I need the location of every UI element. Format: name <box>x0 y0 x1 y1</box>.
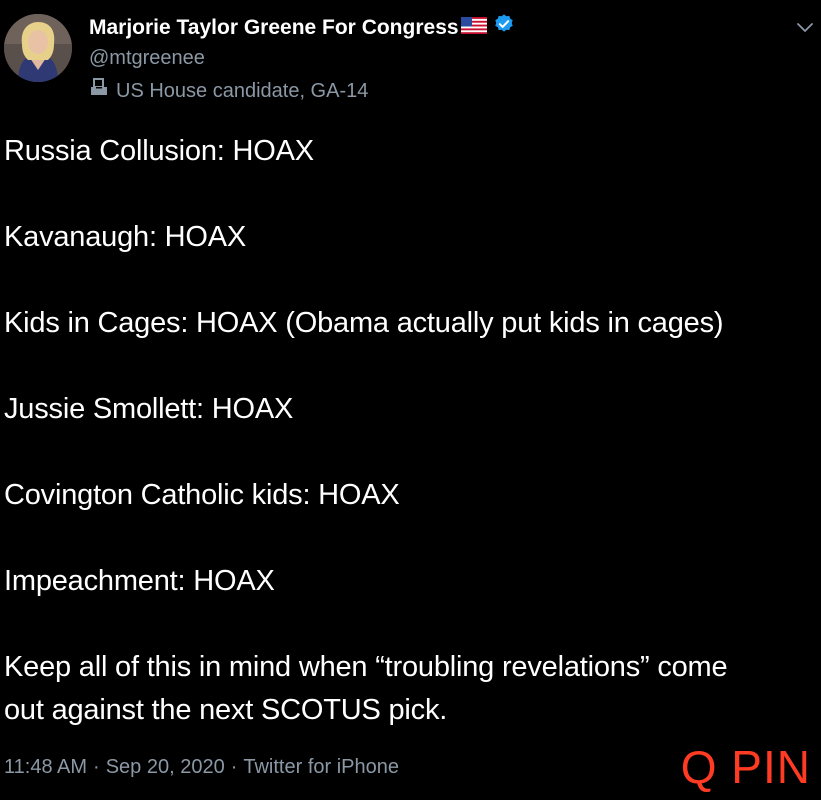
chevron-down-icon[interactable] <box>794 16 816 38</box>
meta-separator: · <box>93 756 100 778</box>
tweet-source[interactable]: Twitter for iPhone <box>243 756 399 778</box>
tweet-line: Jussie Smollett: HOAX <box>4 393 294 425</box>
tweet-time[interactable]: 11:48 AM <box>4 756 87 778</box>
us-flag-icon <box>460 14 487 42</box>
candidate-label-text: US House candidate, GA-14 <box>116 79 369 102</box>
tweet-date[interactable]: Sep 20, 2020 <box>106 756 225 778</box>
author-name-row[interactable]: Marjorie Taylor Greene For Congress <box>89 13 515 43</box>
avatar[interactable] <box>4 14 72 82</box>
tweet-line: Kavanaugh: HOAX <box>4 221 247 253</box>
tweet-metadata: 11:48 AM · Sep 20, 2020 · Twitter for iPhone <box>4 754 399 780</box>
tweet-line: out against the next SCOTUS pick. <box>4 694 448 726</box>
author-handle[interactable]: @mtgreenee <box>89 45 205 71</box>
candidate-label: US House candidate, GA-14 <box>89 77 368 104</box>
tweet-line: Kids in Cages: HOAX (Obama actually put … <box>4 307 724 339</box>
verified-badge-icon <box>493 13 515 43</box>
avatar-photo <box>4 14 72 82</box>
author-name[interactable]: Marjorie Taylor Greene For Congress <box>89 14 459 42</box>
ballot-box-icon <box>89 77 109 104</box>
tweet-line: Impeachment: HOAX <box>4 565 275 597</box>
watermark-label: Q PIN <box>680 741 811 793</box>
tweet-line: Covington Catholic kids: HOAX <box>4 479 400 511</box>
tweet-line: Russia Collusion: HOAX <box>4 135 314 167</box>
tweet-line: Keep all of this in mind when “troubling… <box>4 651 728 683</box>
meta-separator: · <box>230 756 238 778</box>
